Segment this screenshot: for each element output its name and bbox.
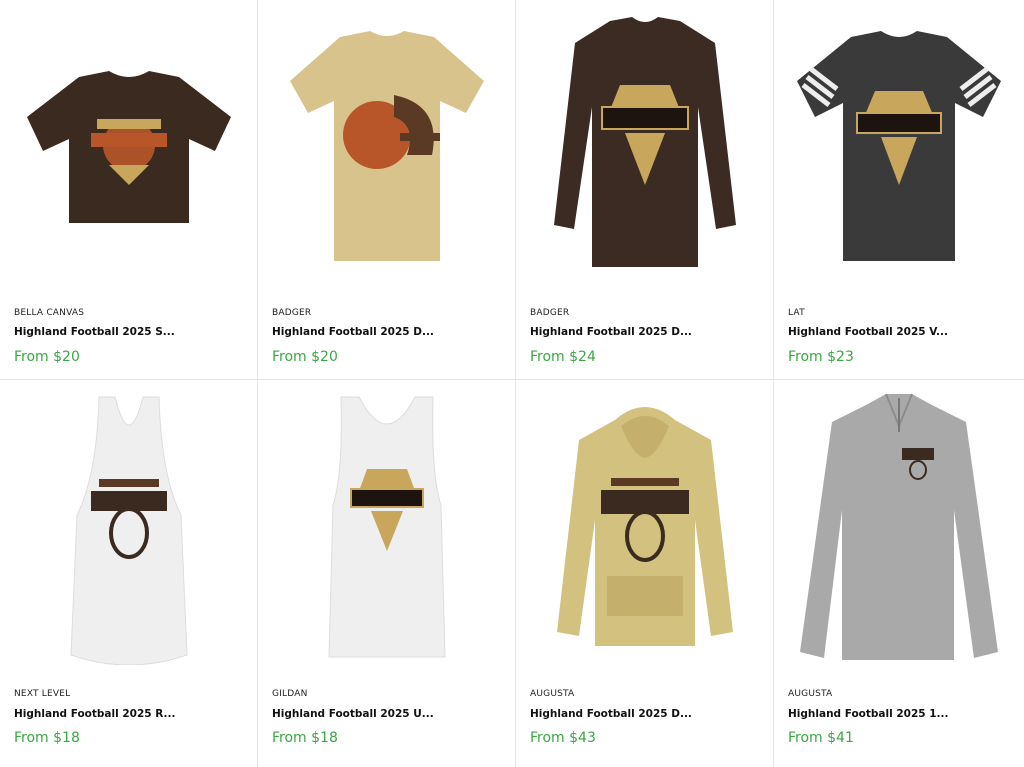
product-image[interactable] [516, 0, 773, 290]
tank-icon [327, 396, 446, 658]
product-card[interactable]: AUGUSTA Highland Football 2025 D... From… [516, 380, 774, 767]
product-price: From $20 [14, 349, 80, 365]
product-name[interactable]: Highland Football 2025 D... [530, 708, 692, 720]
product-card[interactable]: BADGER Highland Football 2025 D... From … [516, 0, 774, 380]
product-price: From $18 [272, 730, 338, 746]
product-image[interactable] [0, 380, 257, 680]
product-price: From $23 [788, 349, 854, 365]
product-brand: AUGUSTA [530, 689, 575, 699]
product-image[interactable] [516, 380, 773, 680]
varsity-tshirt-icon [797, 31, 1001, 261]
product-price: From $41 [788, 730, 854, 746]
product-card[interactable]: GILDAN Highland Football 2025 U... From … [258, 380, 516, 767]
product-brand: GILDAN [272, 689, 308, 699]
product-brand: NEXT LEVEL [14, 689, 71, 699]
product-price: From $18 [14, 730, 80, 746]
product-name[interactable]: Highland Football 2025 U... [272, 708, 434, 720]
longsleeve-icon [553, 17, 736, 267]
product-card[interactable]: AUGUSTA Highland Football 2025 1... From… [774, 380, 1024, 767]
product-image[interactable] [774, 0, 1024, 290]
quarter-zip-icon [800, 393, 998, 660]
product-card[interactable]: BADGER Highland Football 2025 D... From … [258, 0, 516, 380]
tshirt-icon [26, 71, 231, 223]
product-price: From $20 [272, 349, 338, 365]
product-image[interactable] [258, 0, 515, 290]
hoodie-icon [556, 407, 733, 646]
product-name[interactable]: Highland Football 2025 D... [272, 326, 434, 338]
product-price: From $24 [530, 349, 596, 365]
product-name[interactable]: Highland Football 2025 R... [14, 708, 175, 720]
tshirt-icon [289, 31, 484, 261]
product-brand: BADGER [530, 308, 570, 318]
product-brand: AUGUSTA [788, 689, 833, 699]
product-name[interactable]: Highland Football 2025 V... [788, 326, 948, 338]
product-card[interactable]: LAT Highland Football 2025 V... From $23 [774, 0, 1024, 380]
product-price: From $43 [530, 730, 596, 746]
product-card[interactable]: BELLA CANVAS Highland Football 2025 S...… [0, 0, 258, 380]
product-image[interactable] [0, 0, 257, 290]
racerback-tank-icon [69, 396, 188, 665]
product-name[interactable]: Highland Football 2025 1... [788, 708, 949, 720]
product-brand: LAT [788, 308, 805, 318]
product-image[interactable] [258, 380, 515, 680]
product-grid: BELLA CANVAS Highland Football 2025 S...… [0, 0, 1024, 767]
product-brand: BADGER [272, 308, 312, 318]
product-brand: BELLA CANVAS [14, 308, 85, 318]
product-image[interactable] [774, 380, 1024, 680]
product-card[interactable]: NEXT LEVEL Highland Football 2025 R... F… [0, 380, 258, 767]
product-name[interactable]: Highland Football 2025 S... [14, 326, 175, 338]
product-name[interactable]: Highland Football 2025 D... [530, 326, 692, 338]
